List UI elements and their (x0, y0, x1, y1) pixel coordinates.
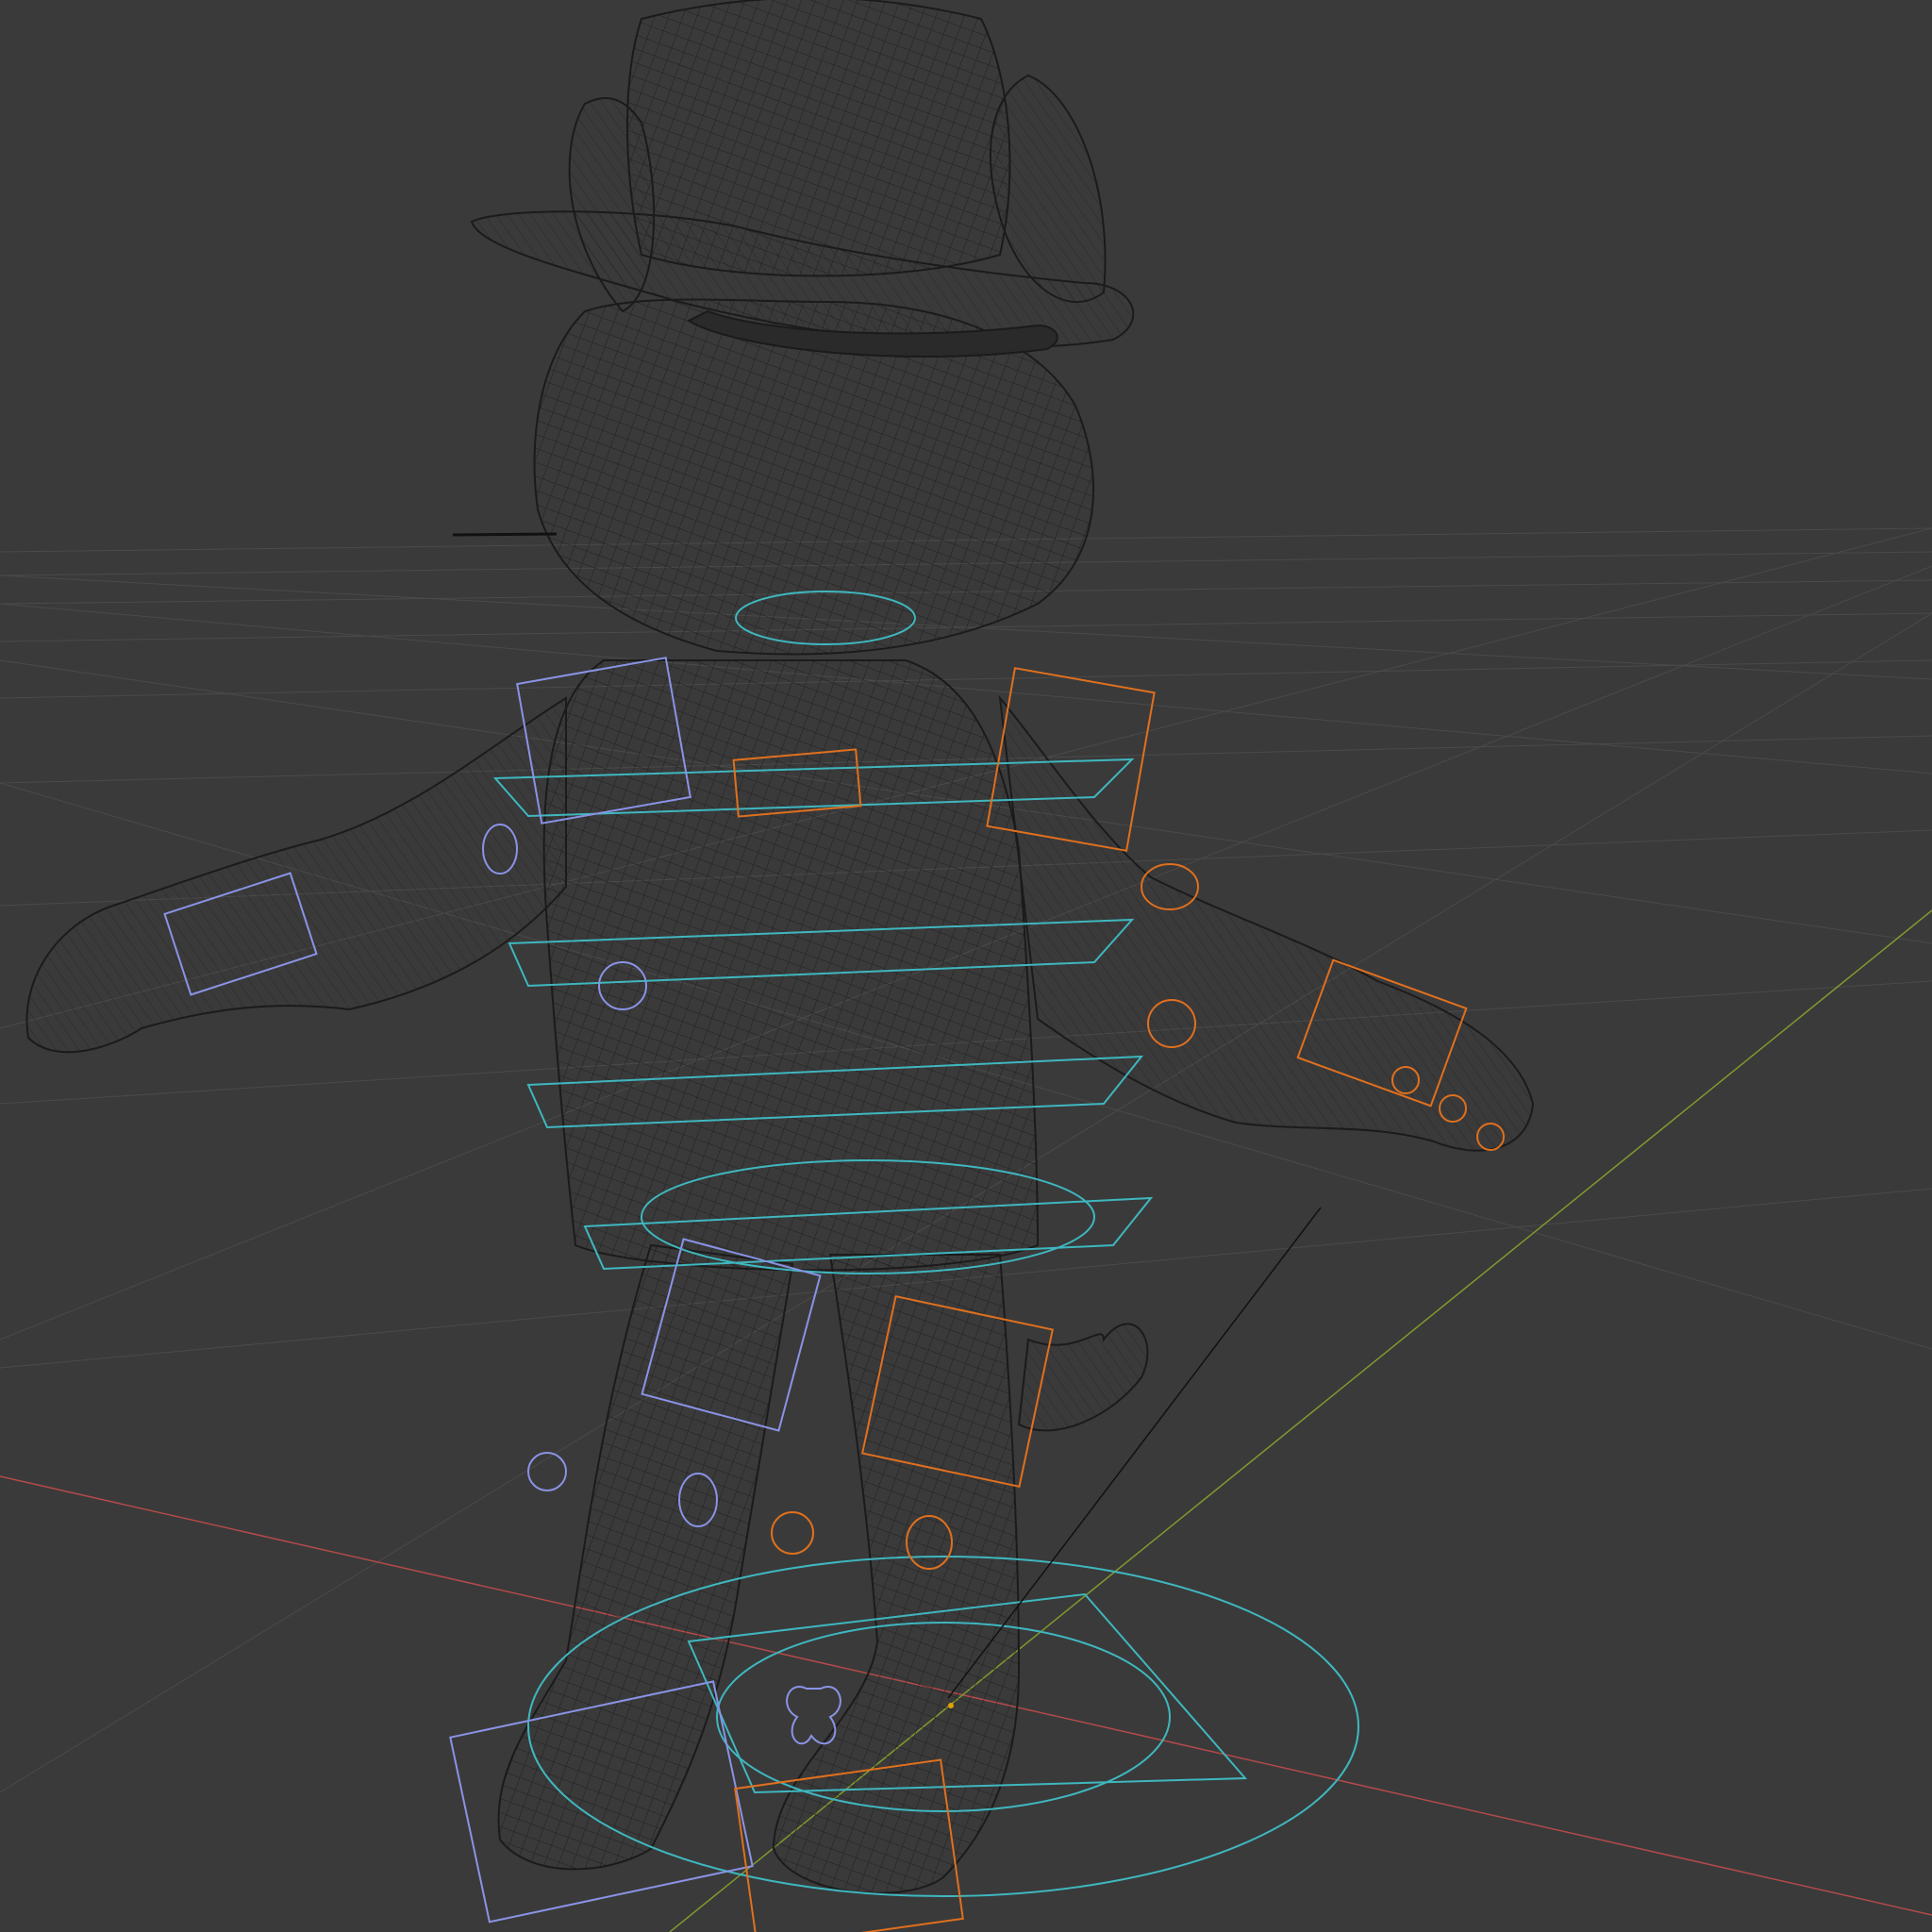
3d-viewport[interactable] (0, 0, 1932, 1932)
character-mesh[interactable] (25, 0, 1535, 1894)
right-knee-pole[interactable] (771, 1511, 814, 1555)
viewport-canvas (0, 0, 1932, 1932)
origin-point[interactable] (948, 1703, 954, 1708)
